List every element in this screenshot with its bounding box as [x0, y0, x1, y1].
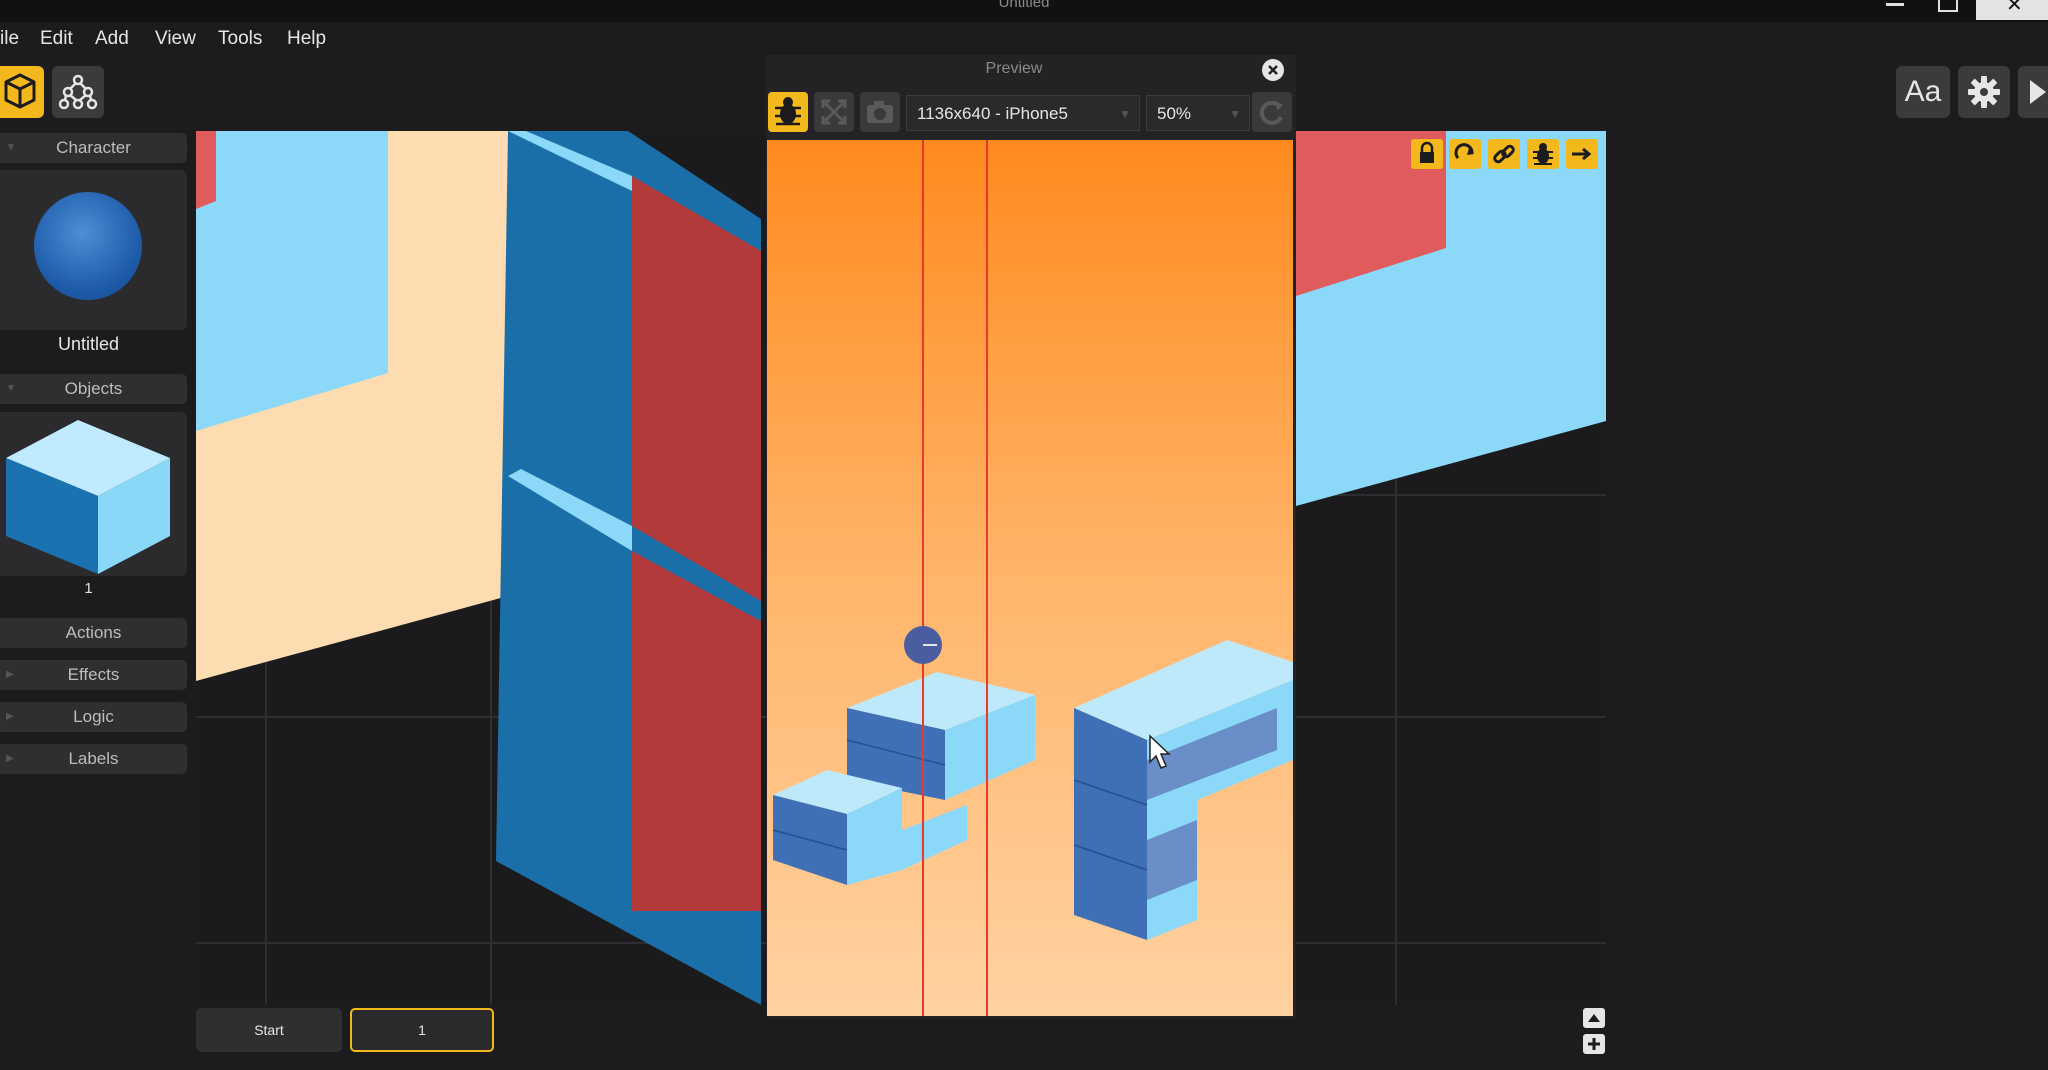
- play-button[interactable]: [2018, 66, 2048, 118]
- arrow-right-icon: [1572, 147, 1592, 161]
- close-icon: [1268, 65, 1278, 75]
- arrow-up-icon: [1588, 1014, 1600, 1022]
- menu-tools[interactable]: Tools: [218, 28, 262, 50]
- minimize-button[interactable]: [1872, 0, 1918, 20]
- logic-section[interactable]: ▶ Logic: [0, 702, 187, 732]
- collapse-arrow-icon: ▶: [6, 753, 14, 764]
- resolution-value: 1136x640 - iPhone5: [917, 104, 1068, 123]
- lock-icon: [1420, 141, 1434, 163]
- preview-canvas[interactable]: [767, 140, 1293, 1016]
- menu-bar: ile Edit Add View Tools Help: [0, 22, 2048, 54]
- refresh-icon: [1259, 100, 1283, 125]
- maximize-button[interactable]: [1924, 0, 1970, 20]
- menu-view[interactable]: View: [155, 28, 196, 50]
- actions-label: Actions: [65, 623, 122, 642]
- add-scene-button[interactable]: [1583, 1034, 1605, 1054]
- collapse-arrow-icon: ▼: [6, 383, 16, 394]
- character-header[interactable]: ▼ Character: [0, 133, 187, 163]
- collapse-arrow-icon: ▶: [6, 669, 14, 680]
- gear-icon: [1968, 76, 2000, 108]
- menu-file[interactable]: ile: [0, 28, 19, 50]
- preview-close-button[interactable]: [1262, 59, 1284, 81]
- preview-scene: [767, 140, 1293, 1016]
- camera-icon: [867, 101, 893, 123]
- zoom-select[interactable]: 50% ▼: [1146, 95, 1250, 131]
- cube-icon: [4, 73, 36, 109]
- debug-tool-button[interactable]: [1527, 139, 1559, 169]
- link-icon: [1493, 144, 1515, 164]
- menu-edit[interactable]: Edit: [40, 28, 73, 50]
- scroll-up-button[interactable]: [1583, 1008, 1605, 1028]
- link-tool-button[interactable]: [1488, 139, 1520, 169]
- close-icon: ✕: [2006, 0, 2023, 16]
- character-name: Untitled: [57, 334, 120, 354]
- title-bar: Untitled ✕: [0, 0, 2048, 22]
- objects-header-label: Objects: [64, 379, 123, 398]
- labels-label: Labels: [68, 749, 119, 768]
- preview-refresh-button[interactable]: [1252, 92, 1292, 132]
- start-scene-button[interactable]: Start: [196, 1008, 342, 1052]
- labels-section[interactable]: ▶ Labels: [0, 744, 187, 774]
- rotate-icon: [1454, 143, 1474, 159]
- window-title: Untitled: [998, 0, 1050, 11]
- effects-label: Effects: [67, 665, 120, 684]
- character-header-label: Character: [56, 138, 131, 157]
- close-window-button[interactable]: ✕: [1976, 0, 2048, 20]
- lock-tool-button[interactable]: [1411, 139, 1443, 169]
- chevron-down-icon: ▼: [1229, 107, 1241, 121]
- actions-section[interactable]: Actions: [0, 618, 187, 648]
- character-thumbnail[interactable]: [0, 170, 187, 330]
- bug-icon: [1533, 143, 1553, 165]
- menu-help[interactable]: Help: [287, 28, 326, 50]
- rotate-tool-button[interactable]: [1449, 139, 1481, 169]
- collapse-arrow-icon: ▶: [6, 711, 14, 722]
- effects-section[interactable]: ▶ Effects: [0, 660, 187, 690]
- hierarchy-mode-button[interactable]: [52, 66, 104, 118]
- cube-object-icon: [6, 420, 170, 574]
- preview-screenshot-button[interactable]: [860, 92, 900, 132]
- resolution-select[interactable]: 1136x640 - iPhone5 ▼: [906, 95, 1140, 131]
- expand-icon: [821, 99, 847, 125]
- sphere-icon: [34, 192, 142, 300]
- exit-tool-button[interactable]: [1566, 139, 1598, 169]
- collapse-arrow-icon: ▼: [6, 142, 16, 153]
- zoom-value: 50%: [1157, 104, 1192, 123]
- menu-add[interactable]: Add: [95, 28, 129, 50]
- preview-title: Preview: [985, 60, 1043, 77]
- chevron-down-icon: ▼: [1119, 107, 1131, 121]
- objects-header[interactable]: ▼ Objects: [0, 374, 187, 404]
- bug-icon: [775, 97, 801, 126]
- object-thumbnail[interactable]: [0, 412, 187, 576]
- preview-title-bar[interactable]: Preview: [766, 55, 1296, 85]
- preview-debug-button[interactable]: [768, 92, 808, 132]
- scene-1-button[interactable]: 1: [350, 1008, 494, 1052]
- hierarchy-icon: [58, 74, 98, 110]
- preview-fullscreen-button[interactable]: [814, 92, 854, 132]
- plus-icon: [1588, 1038, 1600, 1050]
- object-label: 1: [84, 580, 93, 597]
- settings-button[interactable]: [1958, 66, 2010, 118]
- character-mode-button[interactable]: [0, 66, 44, 118]
- font-button[interactable]: Aa: [1896, 66, 1950, 118]
- play-icon: [2030, 80, 2046, 104]
- logic-label: Logic: [73, 707, 114, 726]
